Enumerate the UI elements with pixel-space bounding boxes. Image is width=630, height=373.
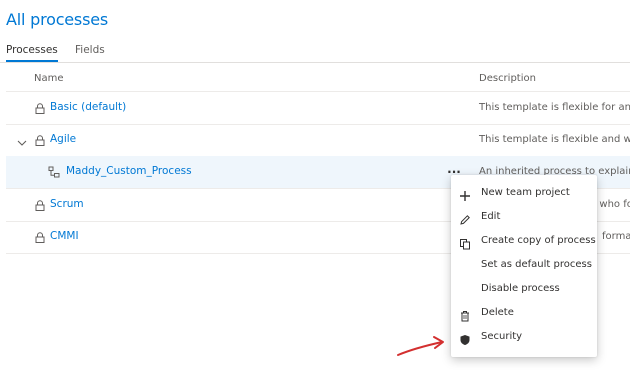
menu-item-delete[interactable]: Delete <box>451 301 597 325</box>
process-name-link[interactable]: Agile <box>50 133 76 145</box>
menu-item-label: Security <box>481 331 523 342</box>
process-description: This template is flexible and will <box>479 134 630 145</box>
menu-item-label: Edit <box>481 211 501 222</box>
menu-item-edit[interactable]: Edit <box>451 205 597 229</box>
lock-icon <box>35 200 45 211</box>
menu-item-label: New team project <box>481 187 570 198</box>
tabs-divider <box>0 62 630 63</box>
menu-item-disable[interactable]: Disable process <box>451 277 597 301</box>
tab-fields[interactable]: Fields <box>75 44 105 56</box>
lock-icon <box>35 103 45 114</box>
copy-icon <box>459 235 471 250</box>
page-title: All processes <box>6 10 108 29</box>
menu-item-label: Create copy of process <box>481 235 596 246</box>
lock-icon <box>35 232 45 243</box>
process-description: forma <box>602 231 630 242</box>
chevron-down-icon[interactable] <box>16 134 28 146</box>
menu-item-security[interactable]: Security <box>451 325 597 349</box>
process-description: This template is flexible for any p <box>479 102 630 113</box>
context-menu: New team project Edit Create copy of pro… <box>451 175 597 357</box>
shield-icon <box>459 331 471 345</box>
menu-item-label: Disable process <box>481 283 560 294</box>
column-header-name[interactable]: Name <box>34 73 64 84</box>
process-name-link[interactable]: Basic (default) <box>50 101 126 113</box>
inherited-process-icon <box>48 166 60 178</box>
menu-item-new-team-project[interactable]: New team project <box>451 181 597 205</box>
process-name-link[interactable]: CMMI <box>50 230 79 242</box>
annotation-arrow-icon <box>397 336 444 356</box>
menu-item-set-default[interactable]: Set as default process <box>451 253 597 277</box>
pencil-icon <box>459 211 471 225</box>
menu-item-create-copy[interactable]: Create copy of process <box>451 229 597 253</box>
menu-item-label: Delete <box>481 307 514 318</box>
table-row[interactable]: Basic (default) This template is flexibl… <box>6 92 630 124</box>
column-header-description[interactable]: Description <box>479 73 536 84</box>
lock-icon <box>35 135 45 146</box>
tab-processes[interactable]: Processes <box>6 44 58 56</box>
table-row[interactable]: Agile This template is flexible and will <box>6 124 630 156</box>
tab-bar: Processes Fields <box>0 40 630 63</box>
trash-icon <box>459 307 471 322</box>
menu-item-label: Set as default process <box>481 259 592 270</box>
process-name-link[interactable]: Maddy_Custom_Process <box>66 165 192 177</box>
process-name-link[interactable]: Scrum <box>50 198 84 210</box>
plus-icon <box>459 187 471 201</box>
